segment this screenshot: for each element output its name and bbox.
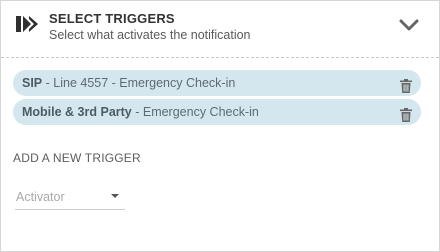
trigger-name: Mobile & 3rd Party [22, 105, 132, 119]
chevron-down-icon[interactable] [399, 18, 419, 32]
trigger-pill[interactable]: Mobile & 3rd Party - Emergency Check-in [13, 99, 421, 125]
trigger-detail: - Line 4557 - Emergency Check-in [42, 76, 236, 90]
trigger-list: SIP - Line 4557 - Emergency Check-in Mob… [13, 70, 421, 128]
trash-icon[interactable] [400, 105, 412, 122]
trigger-detail: - Emergency Check-in [131, 105, 259, 119]
trash-icon[interactable] [400, 76, 412, 93]
double-chevron-right-icon [16, 15, 40, 33]
select-triggers-panel: SELECT TRIGGERS Select what activates th… [0, 0, 440, 252]
panel-header: SELECT TRIGGERS Select what activates th… [1, 1, 439, 58]
trigger-pill[interactable]: SIP - Line 4557 - Emergency Check-in [13, 70, 421, 96]
panel-title: SELECT TRIGGERS [49, 11, 175, 26]
add-trigger-label: ADD A NEW TRIGGER [13, 151, 141, 165]
activator-placeholder: Activator [16, 190, 65, 204]
dropdown-arrow-icon [111, 194, 119, 198]
trigger-name: SIP [22, 76, 43, 90]
activator-select[interactable]: Activator [15, 186, 125, 210]
panel-subtitle: Select what activates the notification [49, 28, 251, 42]
